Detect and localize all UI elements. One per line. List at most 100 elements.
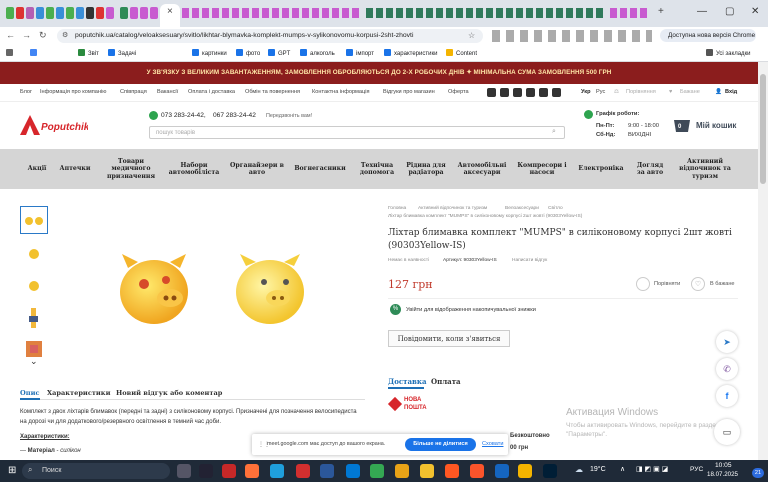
tab-favicon[interactable] xyxy=(106,7,114,19)
nav-link[interactable]: Співпраця xyxy=(120,89,147,95)
bookmark-alcohol[interactable]: алкоголь xyxy=(300,49,335,57)
product-image[interactable] xyxy=(104,250,314,330)
viber-icon[interactable] xyxy=(552,88,561,97)
phone-2[interactable]: 067 283-24-42 xyxy=(213,112,256,119)
category-item[interactable]: Догляд за авто xyxy=(632,149,668,189)
page-scrollbar[interactable] xyxy=(758,62,768,460)
app-icon[interactable] xyxy=(495,464,509,478)
all-bookmarks-folder[interactable]: Усі закладки xyxy=(706,49,751,57)
category-item[interactable]: Електроніка xyxy=(574,149,628,189)
category-item[interactable]: Компресори і насоси xyxy=(516,149,568,189)
tab-favicon[interactable] xyxy=(120,7,128,19)
stop-sharing-button[interactable]: Більше не ділитися xyxy=(405,438,476,451)
taskbar-search[interactable]: ⌕ Поиск xyxy=(22,463,170,479)
lang-ua[interactable]: Укр xyxy=(581,89,590,95)
site-info-icon[interactable]: ⚙ xyxy=(62,31,68,39)
category-item[interactable]: Набори автомобіліста xyxy=(166,149,222,189)
category-item[interactable]: Товари медичного призначення xyxy=(104,149,158,189)
tab-review[interactable]: Новий відгук або коментар xyxy=(116,389,222,397)
compare-icon[interactable] xyxy=(636,277,650,291)
gallery-thumb[interactable] xyxy=(20,206,48,234)
file-explorer-icon[interactable] xyxy=(420,464,434,478)
telegram-widget-icon[interactable]: ➤ xyxy=(716,331,738,353)
tab-payment[interactable]: Оплата xyxy=(431,377,461,386)
compare-link[interactable]: Порівняння xyxy=(626,89,656,95)
heart-icon[interactable]: ♡ xyxy=(691,277,705,291)
bookmark-gpt[interactable]: GPT xyxy=(268,49,290,57)
category-item[interactable]: Активний відпочинок та туризм xyxy=(672,149,738,189)
facebook-widget-icon[interactable]: f xyxy=(716,385,738,407)
chat-widget-icon[interactable]: ▭ xyxy=(714,419,740,445)
nav-link[interactable]: Обмін та повернення xyxy=(245,89,300,95)
category-item[interactable]: Технічна допомога xyxy=(354,149,400,189)
gallery-thumb[interactable] xyxy=(20,272,48,300)
edge-icon[interactable] xyxy=(270,464,284,478)
telegram-icon[interactable] xyxy=(539,88,548,97)
breadcrumb-item[interactable]: Головна xyxy=(388,206,406,211)
lang-ru[interactable]: Рус xyxy=(596,89,605,95)
tab-description[interactable]: Опис xyxy=(20,389,39,397)
tab-favicon[interactable] xyxy=(86,7,94,19)
chrome-icon[interactable] xyxy=(395,464,409,478)
compare-button[interactable]: Порівняти xyxy=(654,281,680,287)
bookmark-import[interactable]: імпорт xyxy=(346,49,374,57)
search-icon[interactable]: ⌕ xyxy=(552,128,556,136)
chrome-update-button[interactable]: Доступна нова версія Chrome xyxy=(660,29,756,42)
bookmark-star-icon[interactable]: ☆ xyxy=(468,31,475,40)
forward-icon[interactable]: → xyxy=(22,30,31,40)
extensions-icons[interactable] xyxy=(492,30,652,42)
weather-temp[interactable]: 19°C xyxy=(590,466,606,473)
outlook-icon[interactable] xyxy=(346,464,360,478)
close-window-icon[interactable]: ✕ xyxy=(751,6,759,17)
tab-favicon[interactable] xyxy=(16,7,24,19)
site-logo[interactable]: Poputchik.ua xyxy=(20,113,104,137)
wishlist-button[interactable]: В бажане xyxy=(710,281,735,287)
phone-1[interactable]: 073 283-24-42, xyxy=(161,112,206,119)
nav-link[interactable]: Інформація про компанію xyxy=(40,89,106,95)
tab-favicon[interactable] xyxy=(76,7,84,19)
nav-link[interactable]: Оферта xyxy=(448,89,469,95)
category-item[interactable]: Автомобільні аксесуари xyxy=(454,149,510,189)
discount-note[interactable]: Увійти для відображення накопичувальної … xyxy=(406,307,536,313)
user-icon[interactable]: 👤 xyxy=(715,89,722,95)
tab-favicon[interactable] xyxy=(96,7,104,19)
breadcrumb-item[interactable]: Світло xyxy=(548,206,563,211)
bookmark-report[interactable]: Звіт xyxy=(78,49,99,57)
close-tab-icon[interactable]: × xyxy=(167,6,173,17)
category-item[interactable]: Аптечки xyxy=(56,149,94,189)
task-view-icon[interactable] xyxy=(177,464,191,478)
tab-favicon[interactable] xyxy=(36,7,44,19)
app-icon[interactable] xyxy=(445,464,459,478)
tab-delivery[interactable]: Доставка xyxy=(388,377,426,386)
tab-favicon[interactable] xyxy=(130,7,138,19)
breadcrumb-item[interactable]: Активний відпочинок та туризм xyxy=(418,206,487,211)
write-review-link[interactable]: Написати відгук xyxy=(512,258,547,263)
app-icon[interactable] xyxy=(199,464,213,478)
notification-badge[interactable]: 21 xyxy=(752,468,764,478)
tab-favicon[interactable] xyxy=(6,7,14,19)
clock-time[interactable]: 10:05 xyxy=(715,462,732,469)
app-icon[interactable] xyxy=(518,464,532,478)
category-item[interactable]: Органайзери в авто xyxy=(228,149,286,189)
category-item[interactable]: Акції xyxy=(20,149,54,189)
reload-icon[interactable]: ↻ xyxy=(39,30,47,41)
tab-favicon[interactable] xyxy=(26,7,34,19)
tab-favicon[interactable] xyxy=(150,7,158,19)
bookmark-pictures[interactable]: картинки xyxy=(192,49,227,57)
opera-icon[interactable] xyxy=(296,464,310,478)
brave-icon[interactable] xyxy=(470,464,484,478)
clock-date[interactable]: 18.07.2025 xyxy=(707,471,738,478)
youtube-icon[interactable] xyxy=(526,88,535,97)
instagram-icon[interactable] xyxy=(487,88,496,97)
hide-link[interactable]: Сховати xyxy=(482,441,503,447)
category-item[interactable]: Рідина для радіатора xyxy=(402,149,450,189)
maximize-icon[interactable]: ▢ xyxy=(725,6,734,17)
category-item[interactable]: Вогнегасники xyxy=(292,149,348,189)
app-icon[interactable] xyxy=(370,464,384,478)
tab-favicon[interactable] xyxy=(46,7,54,19)
wishlist-icon[interactable]: ♥ xyxy=(669,89,672,95)
callback-link[interactable]: Передзвоніть вам! xyxy=(266,113,312,119)
wishlist-link[interactable]: Бажане xyxy=(680,89,700,95)
facebook-icon[interactable] xyxy=(513,88,522,97)
scrollbar-thumb[interactable] xyxy=(760,74,766,184)
